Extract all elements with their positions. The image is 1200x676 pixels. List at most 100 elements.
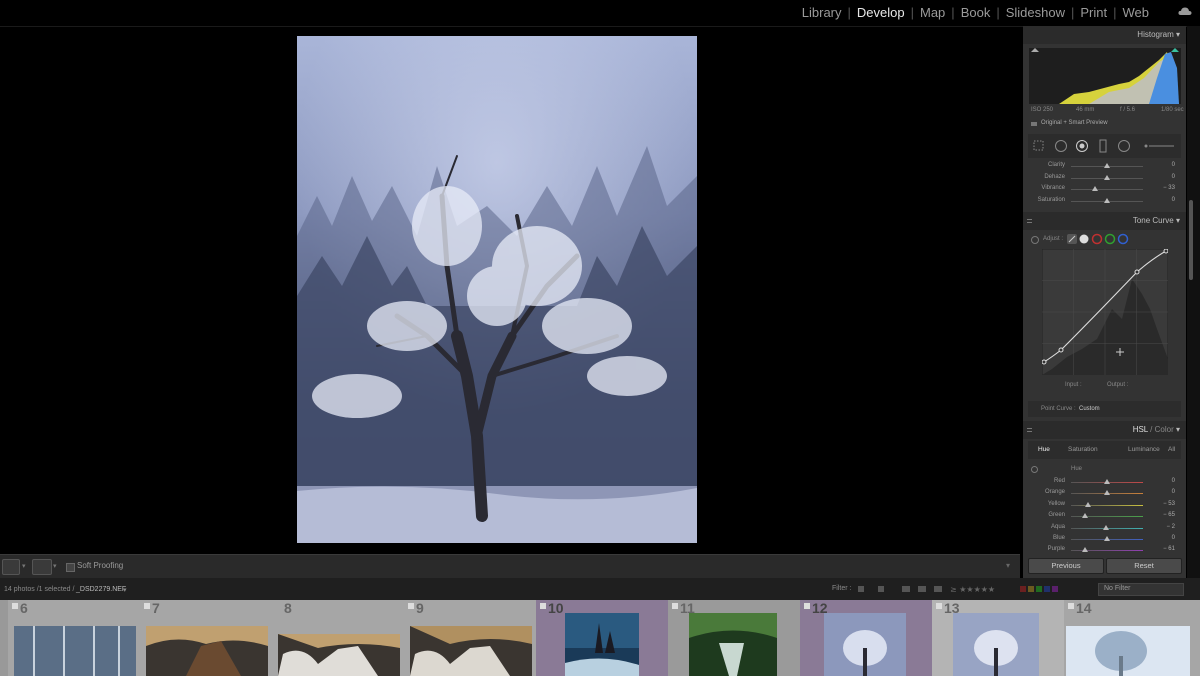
slider-thumb[interactable]	[1104, 197, 1110, 203]
slider-value[interactable]: 0	[1153, 174, 1175, 180]
spot-removal-icon[interactable]	[1055, 140, 1067, 152]
slider-thumb[interactable]	[1082, 547, 1089, 553]
presence-slider-clarity[interactable]: Clarity 0	[1023, 162, 1186, 172]
radial-filter-icon[interactable]	[1118, 140, 1130, 152]
histogram-chart[interactable]	[1029, 48, 1181, 104]
slider-label: Dehaze	[1044, 173, 1065, 180]
red-eye-icon[interactable]	[1076, 140, 1088, 152]
module-library[interactable]: Library	[799, 5, 845, 20]
red-curve-icon[interactable]	[1091, 233, 1103, 245]
reset-button[interactable]: Reset	[1106, 558, 1182, 574]
filmstrip-cell[interactable]: 8	[272, 600, 404, 676]
slider-value[interactable]: − 65	[1153, 512, 1175, 518]
hsl-slider-blue[interactable]: Blue 0	[1023, 535, 1186, 545]
hsl-target-icon[interactable]	[1031, 466, 1038, 473]
hsl-slider-yellow[interactable]: Yellow − 53	[1023, 501, 1186, 511]
filter-preset-select[interactable]: No Filter	[1098, 583, 1184, 596]
previous-button[interactable]: Previous	[1028, 558, 1104, 574]
toolbar-menu-icon[interactable]: ▾	[1006, 561, 1010, 570]
cloud-sync-icon[interactable]	[1178, 7, 1192, 16]
adjustment-brush-icon[interactable]	[1144, 144, 1175, 148]
slider-thumb[interactable]	[1104, 163, 1110, 168]
slider-thumb[interactable]	[1104, 536, 1110, 541]
slider-value[interactable]: 0	[1153, 535, 1175, 541]
slider-value[interactable]: 0	[1153, 478, 1175, 484]
green-curve-icon[interactable]	[1104, 233, 1116, 245]
hsl-header[interactable]: HSL / Color ▾	[1023, 421, 1186, 439]
slider-thumb[interactable]	[1082, 513, 1089, 519]
panel-scrollbar[interactable]	[1187, 26, 1200, 578]
filmstrip-cell[interactable]: 14	[1064, 600, 1200, 676]
point-curve-select[interactable]: Custom	[1079, 406, 1100, 412]
slider-track[interactable]	[1071, 504, 1143, 506]
hsl-tab-all[interactable]: All	[1168, 446, 1175, 453]
module-develop[interactable]: Develop	[854, 5, 908, 20]
blue-curve-icon[interactable]	[1117, 233, 1129, 245]
hsl-slider-aqua[interactable]: Aqua − 2	[1023, 524, 1186, 534]
tone-curve-title: Tone Curve	[1132, 216, 1174, 225]
filmstrip-cell[interactable]: 11	[668, 600, 800, 676]
slider-value[interactable]: − 61	[1153, 546, 1175, 552]
filmstrip-cell-selected[interactable]: 12	[800, 600, 932, 676]
slider-value[interactable]: − 2	[1153, 524, 1175, 530]
filmstrip-cell[interactable]: 13	[932, 600, 1064, 676]
tone-curve-header[interactable]: Tone Curve ▾	[1023, 212, 1186, 230]
panel-scrollbar-thumb[interactable]	[1189, 200, 1193, 280]
tone-curve-graph[interactable]	[1042, 249, 1168, 375]
filmstrip-cell[interactable]: 9	[404, 600, 536, 676]
targeted-adjustment-icon[interactable]	[1031, 236, 1039, 244]
filename-dropdown-icon[interactable]: ▾	[123, 586, 127, 594]
main-photo-preview[interactable]	[297, 36, 697, 543]
module-web[interactable]: Web	[1120, 5, 1153, 20]
before-after-button[interactable]	[32, 559, 52, 575]
graduated-filter-icon[interactable]	[1099, 139, 1107, 153]
curve-point[interactable]	[1058, 347, 1064, 353]
presence-slider-vibrance[interactable]: Vibrance − 33	[1023, 185, 1186, 195]
hsl-tab-saturation[interactable]: Saturation	[1068, 446, 1098, 453]
filmstrip-cell[interactable]: 6	[8, 600, 140, 676]
curve-point[interactable]	[1134, 269, 1140, 275]
module-book[interactable]: Book	[958, 5, 994, 20]
presence-slider-saturation[interactable]: Saturation 0	[1023, 197, 1186, 207]
hsl-slider-orange[interactable]: Orange 0	[1023, 489, 1186, 499]
module-print[interactable]: Print	[1077, 5, 1110, 20]
slider-thumb[interactable]	[1085, 501, 1092, 507]
slider-value[interactable]: − 33	[1153, 185, 1175, 191]
selected-filename[interactable]: _DSD2279.NEF	[76, 586, 126, 593]
presence-slider-dehaze[interactable]: Dehaze 0	[1023, 174, 1186, 184]
hsl-slider-green[interactable]: Green − 65	[1023, 512, 1186, 522]
hsl-tab-hue[interactable]: Hue	[1038, 446, 1050, 453]
crop-tool-icon[interactable]	[1033, 140, 1044, 151]
filmstrip-cell[interactable]: 10	[536, 600, 668, 676]
histogram-header[interactable]: Histogram ▾	[1023, 26, 1186, 44]
rating-star-icons[interactable]: ≥ ★★★★★	[950, 585, 995, 594]
color-label-filters[interactable]	[1020, 586, 1058, 592]
slider-value[interactable]: − 53	[1153, 501, 1175, 507]
filmstrip-cell[interactable]: 7	[140, 600, 272, 676]
loupe-view-button[interactable]	[2, 559, 20, 575]
rgb-curve-icon[interactable]	[1079, 234, 1089, 244]
slider-thumb[interactable]	[1103, 524, 1110, 530]
slider-thumb[interactable]	[1104, 174, 1110, 180]
slider-value[interactable]: 0	[1153, 489, 1175, 495]
curve-point[interactable]	[1042, 359, 1047, 365]
slider-label: Clarity	[1047, 162, 1065, 168]
slider-thumb[interactable]	[1104, 479, 1110, 484]
hsl-slider-red[interactable]: Red 0	[1023, 478, 1186, 488]
before-after-arrow-icon[interactable]: ▾	[53, 562, 57, 570]
slider-value[interactable]: 0	[1153, 197, 1175, 203]
slider-thumb[interactable]	[1092, 186, 1099, 191]
filmstrip-cell-partial[interactable]	[0, 600, 8, 676]
slider-value[interactable]: 0	[1153, 162, 1175, 168]
soft-proofing-checkbox[interactable]	[66, 563, 75, 572]
parametric-curve-icon[interactable]	[1067, 234, 1077, 244]
module-map[interactable]: Map	[917, 5, 948, 20]
hsl-tab-luminance[interactable]: Luminance	[1128, 446, 1160, 453]
slider-thumb[interactable]	[1104, 490, 1110, 496]
view-dropdown-arrow-icon[interactable]: ▾	[22, 562, 26, 570]
filter-flag-icons[interactable]	[858, 586, 942, 592]
hsl-slider-purple[interactable]: Purple − 61	[1023, 546, 1186, 556]
curve-point[interactable]	[1163, 249, 1168, 254]
slider-track[interactable]	[1071, 189, 1143, 190]
module-slideshow[interactable]: Slideshow	[1003, 5, 1068, 20]
